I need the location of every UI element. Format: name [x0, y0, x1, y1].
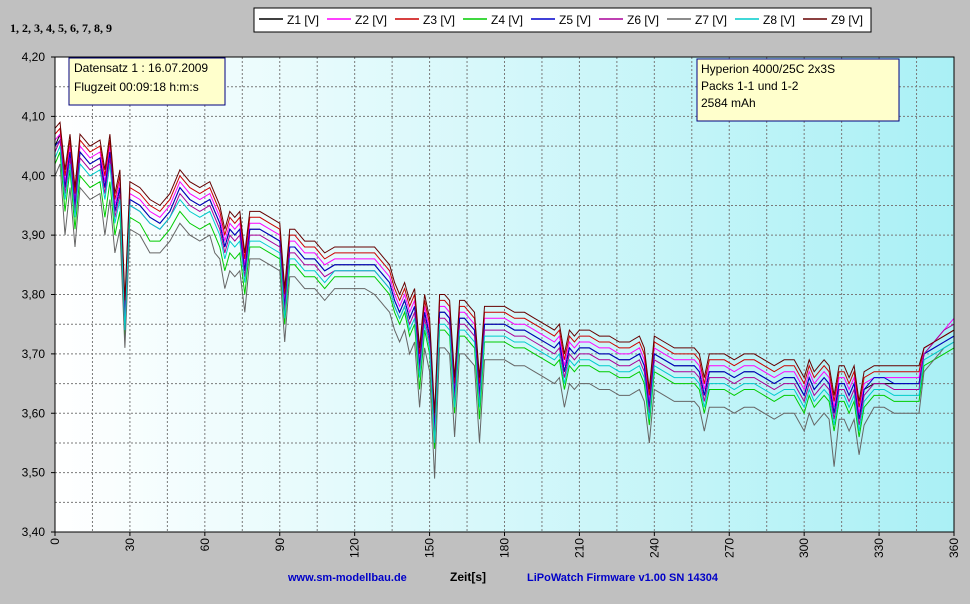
y-tick-label: 3,50 — [22, 466, 46, 480]
info-right-line: 2584 mAh — [701, 96, 756, 110]
series-caption: 1, 2, 3, 4, 5, 6, 7, 8, 9 — [10, 21, 112, 35]
x-tick-label: 180 — [498, 538, 512, 558]
info-left-line: Flugzeit 00:09:18 h:m:s — [74, 80, 199, 94]
x-tick-label: 0 — [48, 538, 62, 545]
legend-entry: Z5 [V] — [559, 13, 591, 27]
x-tick-label: 60 — [198, 538, 212, 552]
legend-entry: Z6 [V] — [627, 13, 659, 27]
x-tick-label: 330 — [872, 538, 886, 558]
info-left-line: Datensatz 1 : 16.07.2009 — [74, 61, 208, 75]
x-tick-label: 360 — [947, 538, 961, 558]
y-tick-label: 4,20 — [22, 50, 46, 64]
legend-entry: Z9 [V] — [831, 13, 863, 27]
x-axis: 0 30 60 90 120 150 180 210 240 270 300 330 360 — [48, 532, 961, 558]
legend-entry: Z4 [V] — [491, 13, 523, 27]
y-tick-label: 3,70 — [22, 347, 46, 361]
x-tick-label: 150 — [423, 538, 437, 558]
y-tick-label: 3,60 — [22, 406, 46, 420]
x-tick-label: 90 — [273, 538, 287, 552]
info-right-line: Packs 1-1 und 1-2 — [701, 79, 799, 93]
legend-entry: Z1 [V] — [287, 13, 319, 27]
legend-entry: Z3 [V] — [423, 13, 455, 27]
info-box-left: Datensatz 1 : 16.07.2009 Flugzeit 00:09:… — [68, 57, 226, 106]
info-right-line: Hyperion 4000/25C 2x3S — [701, 62, 835, 76]
x-axis-title: Zeit[s] — [450, 570, 486, 584]
legend: Z1 [V] Z2 [V] Z3 [V] Z4 [V] Z5 [V] Z6 [V] Z7 [… — [253, 7, 872, 33]
x-tick-label: 30 — [123, 538, 137, 552]
y-axis: 3,40 3,50 3,60 3,70 3,80 3,90 4,00 4,10 4,20 — [22, 50, 55, 539]
y-tick-label: 4,00 — [22, 169, 46, 183]
info-box-right: Hyperion 4000/25C 2x3S Packs 1-1 und 1-2… — [696, 58, 900, 122]
y-tick-label: 3,80 — [22, 288, 46, 302]
footer-firmware: LiPoWatch Firmware v1.00 SN 14304 — [527, 572, 719, 584]
legend-entry: Z8 [V] — [763, 13, 795, 27]
x-tick-label: 300 — [797, 538, 811, 558]
y-tick-label: 3,90 — [22, 228, 46, 242]
footer-website: www.sm-modellbau.de — [287, 572, 407, 584]
y-tick-label: 3,40 — [22, 525, 46, 539]
legend-entry: Z7 [V] — [695, 13, 727, 27]
x-tick-label: 270 — [722, 538, 736, 558]
x-tick-label: 240 — [647, 538, 661, 558]
legend-entry: Z2 [V] — [355, 13, 387, 27]
voltage-chart: 1, 2, 3, 4, 5, 6, 7, 8, 9 3,403,503,603,… — [10, 7, 961, 584]
y-tick-label: 4,10 — [22, 109, 46, 123]
x-tick-label: 210 — [572, 538, 586, 558]
x-tick-label: 120 — [348, 538, 362, 558]
